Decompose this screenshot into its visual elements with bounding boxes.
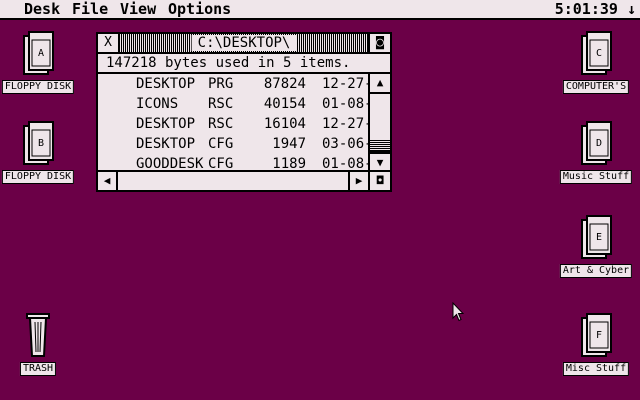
- directory-window: X C:\DESKTOP\ ◙ 147218 bytes used in 5 i…: [96, 32, 392, 192]
- icon-label: Art & Cyber: [559, 264, 633, 278]
- horizontal-scroll-thumb[interactable]: [118, 172, 348, 190]
- file-drawer-icon: F: [581, 313, 612, 357]
- trash-icon[interactable]: TRASH: [0, 312, 76, 376]
- horizontal-scroll-track[interactable]: [118, 172, 348, 190]
- file-date: 12-27-: [322, 76, 368, 92]
- menu-desk[interactable]: Desk: [24, 1, 60, 18]
- file-row[interactable]: DESKTOP CFG 1947 03-06-: [98, 134, 368, 154]
- icon-label: FLOPPY DISK: [1, 80, 75, 94]
- icon-label: FLOPPY DISK: [1, 170, 75, 184]
- drive-e-icon[interactable]: E Art & Cyber: [558, 214, 634, 278]
- fullscreen-button[interactable]: ◙: [368, 34, 390, 52]
- drive-c-icon[interactable]: C COMPUTER'S: [558, 30, 634, 94]
- drive-letter: C: [596, 48, 602, 59]
- drive-letter: D: [596, 138, 602, 149]
- trash-can-icon: [26, 313, 50, 357]
- file-row[interactable]: DESKTOP RSC 16104 12-27-: [98, 114, 368, 134]
- drive-letter: F: [596, 330, 602, 341]
- icon-label: Music Stuff: [559, 170, 633, 184]
- drive-letter: A: [38, 48, 44, 59]
- window-title: C:\DESKTOP\: [191, 35, 297, 51]
- drive-letter: B: [38, 138, 44, 149]
- icon-label: COMPUTER'S: [562, 80, 630, 94]
- menu-view[interactable]: View: [120, 1, 156, 18]
- drive-a-icon[interactable]: A FLOPPY DISK: [0, 30, 76, 94]
- file-name: DESKTOP: [136, 116, 196, 132]
- resize-handle-icon[interactable]: ◘: [368, 170, 390, 190]
- clock: 5:01:39 ↓: [554, 0, 636, 18]
- menu-bar: Desk File View Options 5:01:39 ↓: [0, 0, 640, 20]
- mouse-pointer-icon: [452, 302, 464, 322]
- menu-file[interactable]: File: [72, 1, 108, 18]
- file-drawer-icon: C: [581, 31, 612, 75]
- file-drawer-icon: B: [23, 121, 54, 165]
- file-date: 01-08-: [322, 96, 368, 112]
- file-drawer-icon: D: [581, 121, 612, 165]
- file-extension: PRG: [208, 76, 234, 92]
- drive-letter: E: [596, 232, 602, 243]
- scroll-right-icon[interactable]: ▶: [348, 172, 368, 190]
- file-size: 87824: [263, 76, 306, 92]
- file-size: 40154: [263, 96, 306, 112]
- horizontal-scrollbar[interactable]: ◀ ▶: [98, 170, 368, 190]
- file-extension: RSC: [208, 116, 234, 132]
- file-size: 1947: [272, 136, 306, 152]
- file-row[interactable]: DESKTOP PRG 87824 12-27-: [98, 74, 368, 94]
- menu-options[interactable]: Options: [168, 1, 231, 18]
- file-size: 16104: [263, 116, 306, 132]
- file-name: ICONS: [136, 96, 179, 112]
- file-extension: CFG: [208, 136, 234, 152]
- vertical-scrollbar[interactable]: ▲ ▼: [368, 74, 390, 172]
- vertical-scroll-track[interactable]: [370, 94, 390, 152]
- file-drawer-icon: A: [23, 31, 54, 75]
- icon-label: TRASH: [19, 362, 57, 376]
- vertical-scroll-thumb[interactable]: [370, 140, 390, 152]
- window-info-line: 147218 bytes used in 5 items.: [98, 54, 390, 74]
- file-date: 03-06-: [322, 136, 368, 152]
- scroll-down-icon[interactable]: ▼: [370, 152, 390, 172]
- icon-label: Misc Stuff: [562, 362, 630, 376]
- file-drawer-icon: E: [581, 215, 612, 259]
- file-row[interactable]: ICONS RSC 40154 01-08-: [98, 94, 368, 114]
- scroll-left-icon[interactable]: ◀: [98, 172, 118, 190]
- file-name: DESKTOP: [136, 136, 196, 152]
- file-name: DESKTOP: [136, 76, 196, 92]
- close-button[interactable]: X: [98, 34, 120, 52]
- file-date: 12-27-: [322, 116, 368, 132]
- file-list: DESKTOP PRG 87824 12-27- ICONS RSC 40154…: [98, 74, 368, 172]
- drive-d-icon[interactable]: D Music Stuff: [558, 120, 634, 184]
- drive-f-icon[interactable]: F Misc Stuff: [558, 312, 634, 376]
- scroll-up-icon[interactable]: ▲: [370, 74, 390, 94]
- file-extension: RSC: [208, 96, 234, 112]
- window-title-bar[interactable]: X C:\DESKTOP\ ◙: [98, 34, 390, 54]
- drive-b-icon[interactable]: B FLOPPY DISK: [0, 120, 76, 184]
